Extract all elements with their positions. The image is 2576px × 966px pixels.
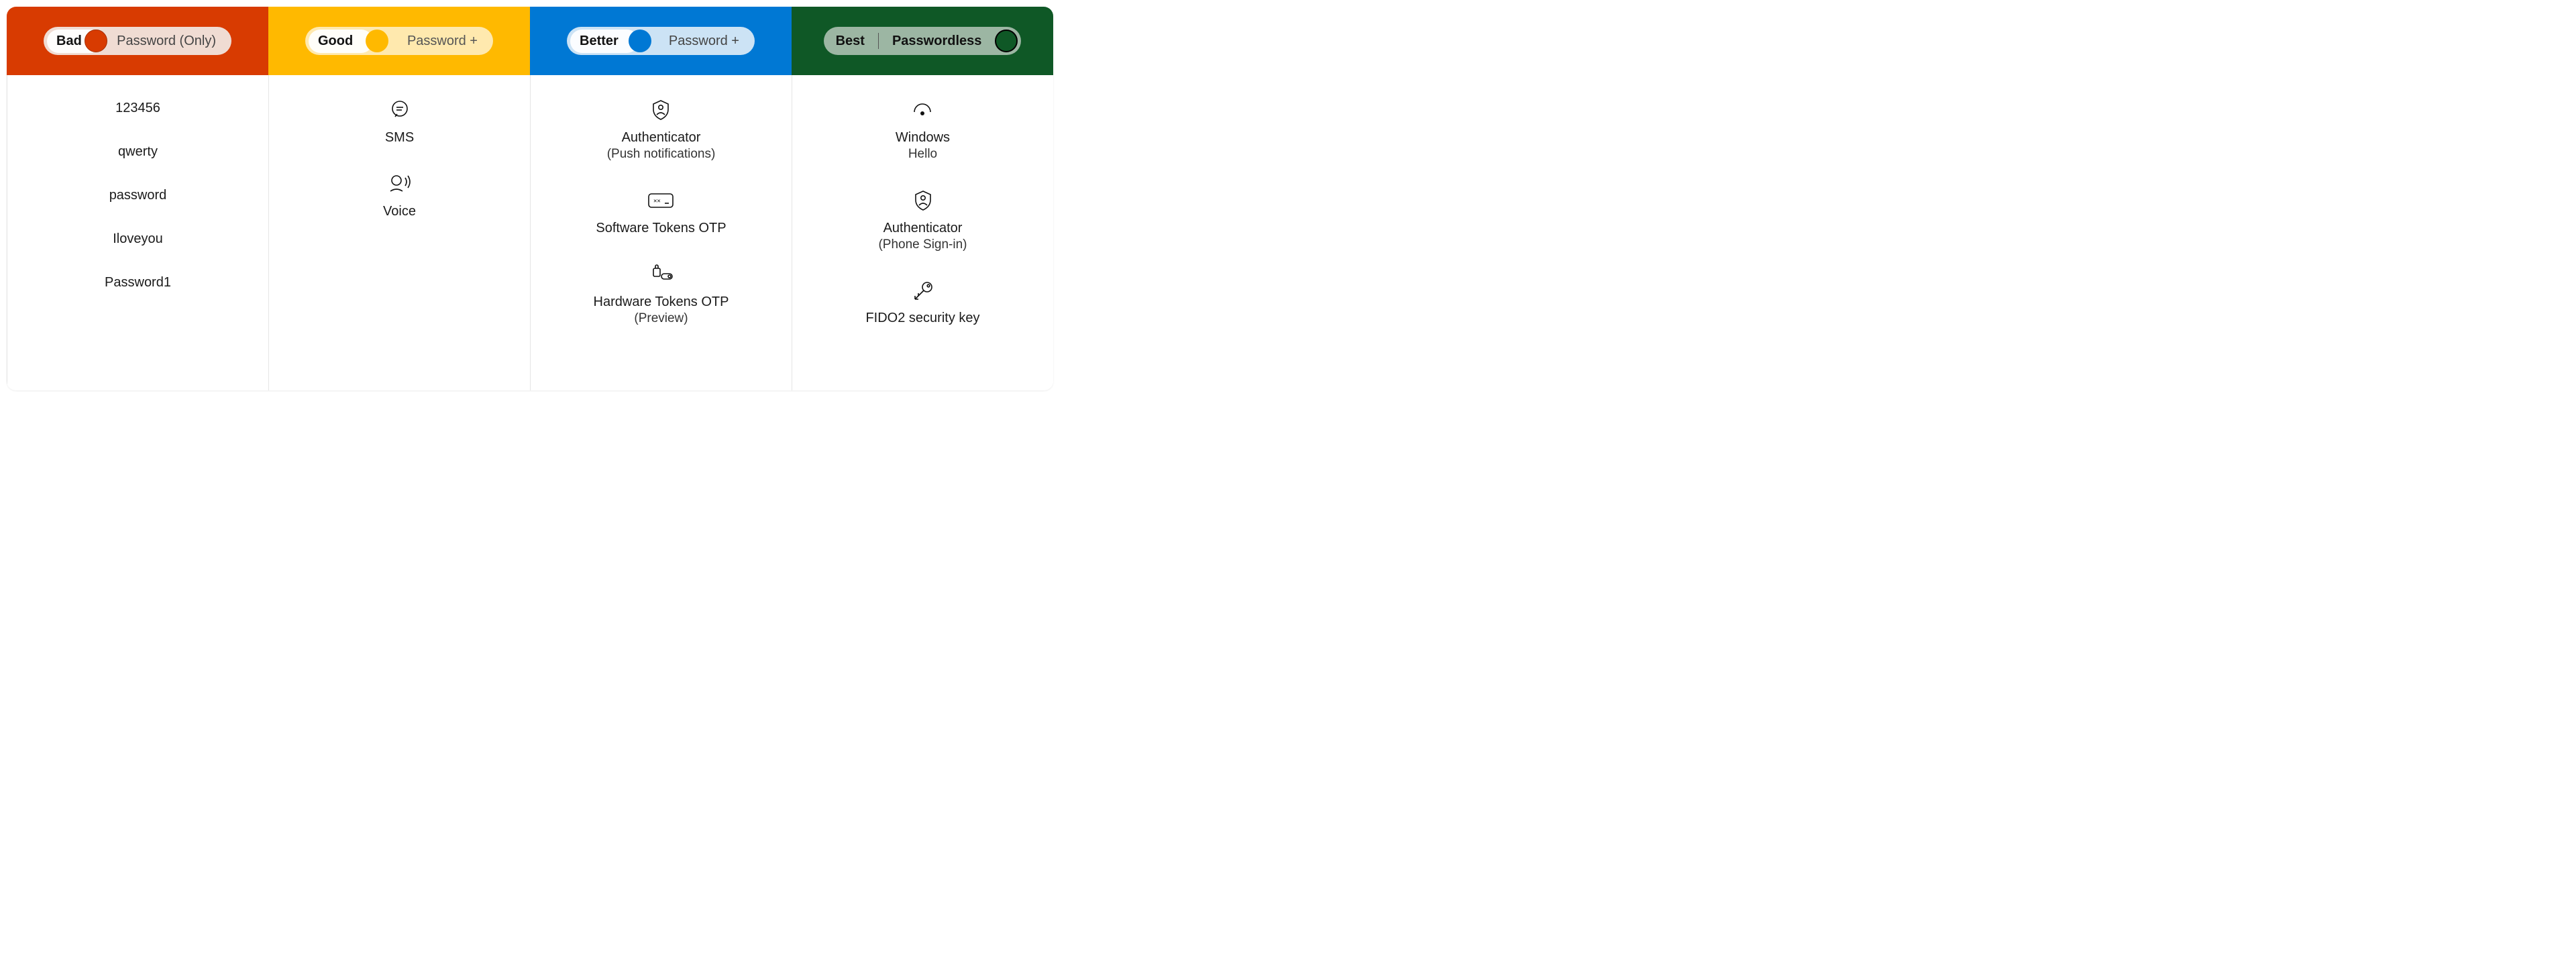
desc-best: Passwordless: [892, 34, 981, 49]
body-bad: 123456 qwerty password Iloveyou Password…: [7, 75, 268, 390]
svg-text:✕✕: ✕✕: [653, 198, 661, 205]
item-voice: Voice: [383, 170, 416, 220]
item-sublabel: (Phone Sign-in): [878, 237, 967, 254]
item-sublabel: (Push notifications): [607, 146, 716, 163]
item-label: Voice: [383, 203, 416, 220]
bad-password-item: Iloveyou: [113, 231, 163, 247]
auth-spectrum-grid: Bad Password (Only) Good Password + Bett…: [7, 7, 1053, 390]
item-sms: SMS: [385, 97, 414, 146]
pill-best: Best Passwordless: [824, 27, 1022, 55]
item-label: Authenticator: [883, 219, 963, 237]
chat-bubble-icon: [388, 97, 411, 123]
pill-good: Good Password +: [305, 27, 493, 55]
body-better: Authenticator (Push notifications) ✕✕ So…: [530, 75, 792, 390]
bad-password-list: 123456 qwerty password Iloveyou Password…: [105, 97, 171, 290]
knob-bad: [85, 30, 107, 52]
item-software-token: ✕✕ Software Tokens OTP: [596, 187, 726, 237]
hardware-token-icon: [647, 261, 676, 288]
voice-icon: [386, 170, 413, 197]
item-label: Windows: [896, 129, 950, 146]
security-key-icon: [910, 277, 935, 304]
item-sublabel: (Preview): [634, 311, 688, 327]
desc-bad: Password (Only): [107, 34, 228, 49]
body-best: Windows Hello Authenticator (Phone Sign-…: [792, 75, 1053, 390]
header-bad: Bad Password (Only): [7, 7, 268, 75]
desc-better: Password +: [659, 34, 751, 49]
item-label: Authenticator: [622, 129, 701, 146]
badge-good: Good: [309, 30, 373, 53]
knob-good: [366, 30, 388, 52]
item-label: SMS: [385, 129, 414, 146]
header-better: Better Password +: [530, 7, 792, 75]
bad-password-item: 123456: [115, 101, 160, 116]
item-fido2-key: FIDO2 security key: [865, 277, 979, 327]
badge-best: Best: [836, 34, 865, 49]
item-authenticator-phone: Authenticator (Phone Sign-in): [878, 187, 967, 254]
body-good: SMS Voice: [268, 75, 530, 390]
authenticator-icon: [913, 187, 933, 214]
divider-best: [878, 33, 879, 49]
authenticator-icon: [651, 97, 671, 123]
pill-better: Better Password +: [567, 27, 755, 55]
header-good: Good Password +: [268, 7, 530, 75]
knob-better: [629, 30, 651, 52]
bad-password-item: password: [109, 188, 167, 203]
item-sublabel: Hello: [908, 146, 937, 163]
otp-card-icon: ✕✕: [647, 187, 675, 214]
item-label: Hardware Tokens OTP: [594, 293, 729, 311]
bad-password-item: Password1: [105, 275, 171, 290]
item-label: FIDO2 security key: [865, 309, 979, 327]
item-windows-hello: Windows Hello: [896, 97, 950, 163]
windows-hello-icon: [909, 97, 936, 123]
item-hardware-token: Hardware Tokens OTP (Preview): [594, 261, 729, 327]
item-authenticator-push: Authenticator (Push notifications): [607, 97, 716, 163]
bad-password-item: qwerty: [118, 144, 158, 160]
item-label: Software Tokens OTP: [596, 219, 726, 237]
desc-good: Password +: [398, 34, 490, 49]
header-best: Best Passwordless: [792, 7, 1053, 75]
pill-bad: Bad Password (Only): [44, 27, 231, 55]
knob-best: [995, 30, 1018, 52]
